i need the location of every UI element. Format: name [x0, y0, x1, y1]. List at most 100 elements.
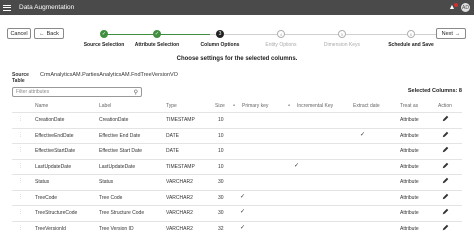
cell-type: DATE [166, 148, 179, 154]
step-entity-options[interactable]: 4 [277, 30, 285, 38]
cell-size: 10 [218, 148, 224, 154]
cell-name: TreeVersionId [35, 225, 66, 232]
drag-handle-icon[interactable]: ⋮ [18, 132, 23, 138]
cell-label: Effective End Date [99, 132, 141, 139]
cell-label: LastUpdateDate [99, 163, 136, 170]
col-header-primary-key[interactable]: Primary key [242, 103, 268, 112]
edit-pencil-icon[interactable] [442, 193, 449, 200]
drag-handle-icon[interactable]: ⋮ [18, 194, 23, 200]
cell-size: 30 [218, 210, 224, 216]
table-row[interactable]: ⋮ EffectiveStartDate Effective Start Date D… [12, 143, 462, 158]
step-label-dimension-keys: Dimension Keys [323, 42, 361, 48]
cell-type: VARCHAR2 [166, 210, 193, 216]
drag-handle-icon[interactable]: ⋮ [18, 225, 23, 231]
drag-handle-icon[interactable]: ⋮ [18, 178, 23, 184]
cell-treat-as[interactable]: Attribute [400, 226, 419, 232]
cell-type: TIMESTAMP [166, 117, 195, 123]
table-row[interactable]: ⋮ TreeCode Tree Code VARCHAR2 30 ✓ Attribute [12, 189, 462, 205]
chevron-right-icon: → [454, 30, 461, 37]
primary-key-check-icon[interactable]: ✓ [240, 193, 245, 200]
back-button-label: Back [46, 30, 59, 37]
cell-treat-as[interactable]: Attribute [400, 148, 419, 154]
table-row[interactable]: ⋮ TreeStructureCode Tree Structure Code VAR… [12, 205, 462, 220]
cell-treat-as[interactable]: Attribute [400, 179, 419, 185]
table-row[interactable]: ⋮ EffectiveEndDate Effective End Date DATE 1… [12, 127, 462, 143]
hamburger-menu-icon[interactable] [3, 0, 15, 15]
table-row[interactable]: ⋮ CreationDate CreationDate TIMESTAMP 10 Attr… [12, 112, 462, 127]
filter-placeholder: Filter attributes [16, 89, 50, 95]
cell-name: TreeStructureCode [35, 210, 78, 216]
selected-columns-count: Selected Columns: 8 [407, 88, 462, 94]
cell-label: Status [99, 179, 114, 185]
edit-pencil-icon[interactable] [442, 115, 449, 122]
table-row[interactable]: ⋮ Status Status VARCHAR2 30 Attribute [12, 174, 462, 189]
edit-pencil-icon[interactable] [442, 146, 449, 153]
col-header-size[interactable]: Size [215, 103, 225, 112]
cell-treat-as[interactable]: Attribute [400, 133, 419, 139]
table-row[interactable]: ⋮ TreeVersionId Tree Version ID VARCHAR2 32 ✓… [12, 220, 462, 236]
step-label-column-options: Column Options [200, 42, 240, 48]
incremental-key-check-icon[interactable]: ✓ [294, 162, 299, 169]
cell-treat-as[interactable]: Attribute [400, 117, 419, 123]
cell-label: Effective Start Date [99, 148, 142, 154]
cell-treat-as[interactable]: Attribute [400, 195, 419, 201]
drag-handle-icon[interactable]: ⋮ [18, 209, 23, 215]
cell-name: Status [35, 179, 50, 185]
cell-name: EffectiveEndDate [35, 132, 74, 139]
col-header-incremental-key[interactable]: Incremental Key [297, 103, 333, 112]
step-attribute-selection[interactable]: ✓ [153, 30, 161, 38]
cell-name: LastUpdateDate [35, 163, 72, 170]
cell-name: TreeCode [35, 194, 58, 201]
notification-dot [454, 2, 458, 7]
edit-pencil-icon[interactable] [442, 131, 449, 138]
app-title: Data Augmentation [19, 4, 75, 11]
primary-key-check-icon[interactable]: ✓ [240, 208, 245, 215]
col-header-label[interactable]: Label [99, 103, 111, 112]
cell-type: TIMESTAMP [166, 163, 195, 170]
primary-key-check-icon[interactable]: ✓ [240, 224, 245, 231]
col-header-type[interactable]: Type [166, 103, 177, 112]
step-label-source-selection: Source Selection [83, 42, 125, 48]
cell-label: Tree Structure Code [99, 210, 145, 216]
cell-size: 30 [218, 179, 224, 185]
notification-bell-icon[interactable]: ▲ [448, 2, 458, 12]
cancel-button-label: Cancel [10, 30, 28, 37]
step-column-options[interactable]: 3 [216, 30, 224, 38]
col-header-action: Action [438, 103, 452, 109]
title-bar: Data Augmentation ▲ AD [0, 0, 474, 15]
edit-pencil-icon[interactable] [442, 208, 449, 215]
cell-label: CreationDate [99, 117, 129, 123]
cancel-button[interactable]: Cancel [7, 28, 31, 39]
cell-size: 32 [218, 225, 224, 232]
col-header-name[interactable]: Name [35, 103, 48, 112]
extract-date-check-icon[interactable]: ✓ [360, 131, 365, 138]
step-dimension-keys[interactable]: 5 [338, 30, 346, 38]
table-row[interactable]: ⋮ LastUpdateDate LastUpdateDate TIMESTAMP 10… [12, 158, 462, 174]
cell-label: Tree Code [99, 194, 123, 201]
edit-pencil-icon[interactable] [442, 177, 449, 184]
cell-treat-as[interactable]: Attribute [400, 164, 419, 170]
cell-type: VARCHAR2 [166, 225, 193, 232]
search-icon: ⚲ [133, 90, 138, 96]
col-header-extract-date[interactable]: Extract date [353, 103, 380, 112]
back-button[interactable]: ← Back [34, 28, 64, 39]
cell-type: VARCHAR2 [166, 194, 193, 201]
col-header-treat-as[interactable]: Treat as [400, 103, 418, 112]
drag-handle-icon[interactable]: ⋮ [18, 116, 23, 122]
avatar[interactable]: AD [461, 3, 470, 12]
train-line-pending [210, 34, 436, 35]
cell-label: Tree Version ID [99, 225, 134, 232]
step-source-selection[interactable]: ✓ [100, 30, 108, 38]
drag-handle-icon[interactable]: ⋮ [18, 147, 23, 153]
cell-size: 10 [218, 163, 224, 170]
source-table-value: CrmAnalyticsAM.PartiesAnalyticsAM.FndTre… [40, 72, 178, 78]
page-heading: Choose settings for the selected columns… [176, 56, 298, 62]
edit-pencil-icon[interactable] [442, 224, 449, 231]
edit-pencil-icon[interactable] [442, 162, 449, 169]
cell-type: DATE [166, 132, 179, 139]
cell-name: EffectiveStartDate [35, 148, 76, 154]
step-schedule-and-save[interactable]: 6 [407, 30, 415, 38]
drag-handle-icon[interactable]: ⋮ [18, 163, 23, 169]
filter-attributes-input[interactable]: Filter attributes ⚲ [12, 87, 142, 97]
cell-treat-as[interactable]: Attribute [400, 210, 419, 216]
